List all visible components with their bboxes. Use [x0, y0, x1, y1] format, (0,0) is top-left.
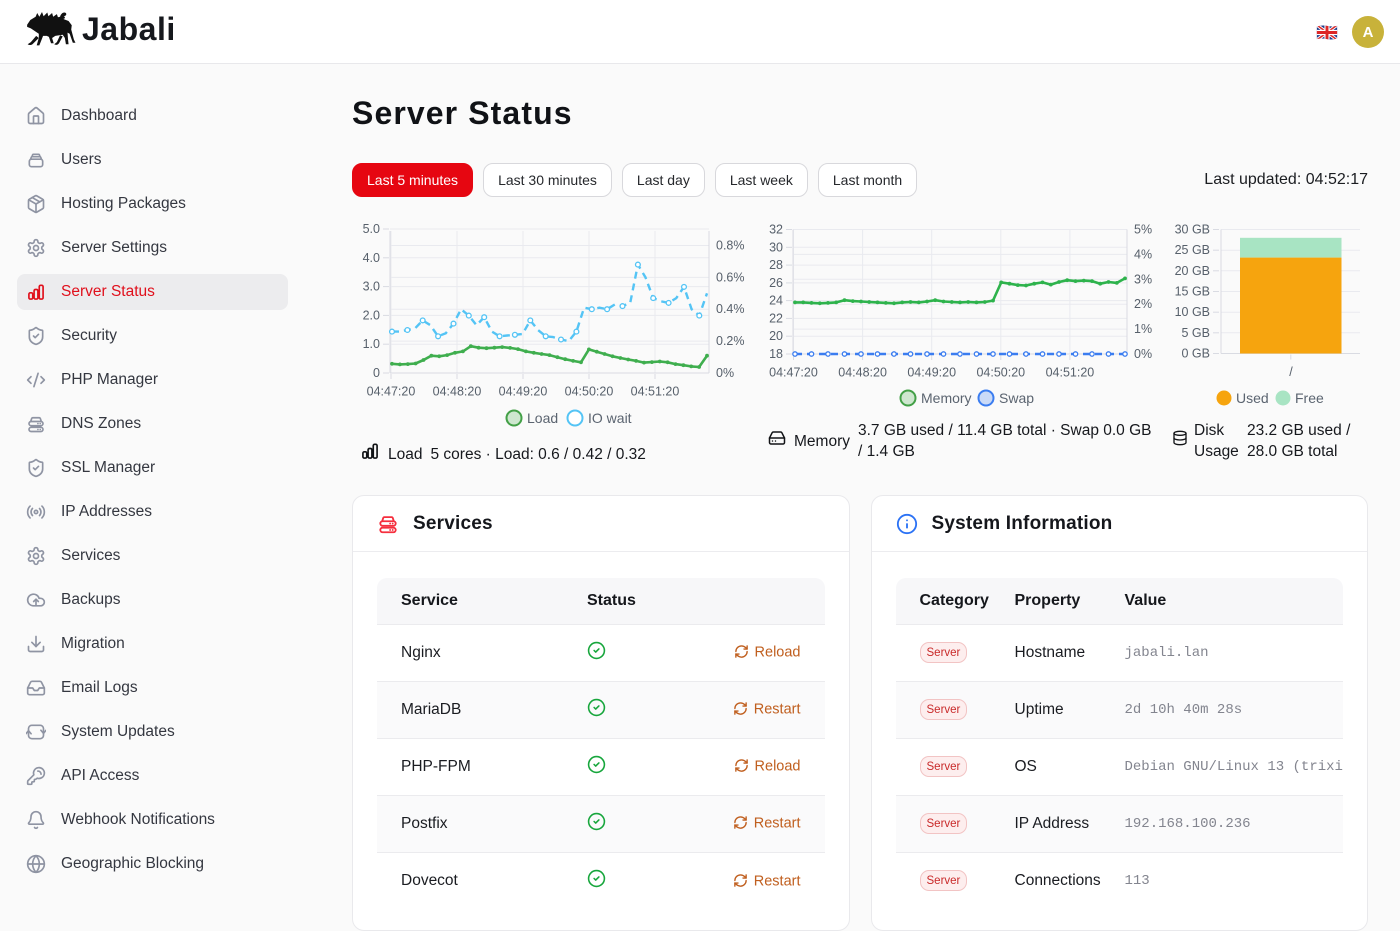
svg-text:18: 18 — [769, 347, 783, 361]
svg-text:3%: 3% — [1134, 272, 1152, 286]
svg-text:04:47:20: 04:47:20 — [769, 366, 818, 380]
svg-text:30 GB: 30 GB — [1175, 223, 1210, 237]
svg-text:04:51:20: 04:51:20 — [631, 385, 680, 399]
svg-text:0.4%: 0.4% — [716, 302, 745, 316]
svg-text:10 GB: 10 GB — [1175, 305, 1210, 319]
svg-text:5.0: 5.0 — [363, 222, 380, 236]
svg-text:04:48:20: 04:48:20 — [838, 366, 887, 380]
svg-text:0.8%: 0.8% — [716, 239, 745, 253]
svg-text:0: 0 — [373, 366, 380, 380]
svg-text:15 GB: 15 GB — [1175, 285, 1210, 299]
svg-text:04:48:20: 04:48:20 — [433, 385, 482, 399]
svg-text:2%: 2% — [1134, 297, 1152, 311]
svg-text:0.6%: 0.6% — [716, 270, 745, 284]
svg-text:04:49:20: 04:49:20 — [499, 385, 548, 399]
svg-text:IO wait: IO wait — [588, 410, 632, 426]
svg-text:0%: 0% — [716, 366, 734, 380]
svg-text:04:50:20: 04:50:20 — [565, 385, 614, 399]
svg-text:1.0: 1.0 — [363, 337, 380, 351]
svg-text:0.2%: 0.2% — [716, 334, 745, 348]
svg-text:0 GB: 0 GB — [1182, 347, 1211, 361]
svg-text:3.0: 3.0 — [363, 280, 380, 294]
svg-text:20: 20 — [769, 329, 783, 343]
svg-text:30: 30 — [769, 240, 783, 254]
svg-text:22: 22 — [769, 311, 783, 325]
svg-text:24: 24 — [769, 294, 783, 308]
svg-text:04:50:20: 04:50:20 — [976, 366, 1025, 380]
svg-text:Used: Used — [1236, 390, 1269, 406]
svg-text:04:49:20: 04:49:20 — [907, 366, 956, 380]
svg-text:32: 32 — [769, 223, 783, 237]
svg-text:/: / — [1289, 365, 1293, 379]
svg-text:Memory: Memory — [921, 390, 972, 406]
svg-text:26: 26 — [769, 276, 783, 290]
svg-text:28: 28 — [769, 258, 783, 272]
svg-text:Load: Load — [527, 410, 558, 426]
svg-text:04:47:20: 04:47:20 — [367, 385, 416, 399]
svg-text:25 GB: 25 GB — [1175, 243, 1210, 257]
svg-text:Swap: Swap — [999, 390, 1034, 406]
svg-text:Free: Free — [1295, 390, 1324, 406]
svg-text:20 GB: 20 GB — [1175, 264, 1210, 278]
svg-text:5%: 5% — [1134, 223, 1152, 237]
svg-text:4%: 4% — [1134, 247, 1152, 261]
svg-text:5 GB: 5 GB — [1182, 326, 1211, 340]
svg-text:0%: 0% — [1134, 347, 1152, 361]
svg-text:2.0: 2.0 — [363, 308, 380, 322]
svg-text:1%: 1% — [1134, 322, 1152, 336]
svg-text:04:51:20: 04:51:20 — [1046, 366, 1095, 380]
svg-text:4.0: 4.0 — [363, 251, 380, 265]
